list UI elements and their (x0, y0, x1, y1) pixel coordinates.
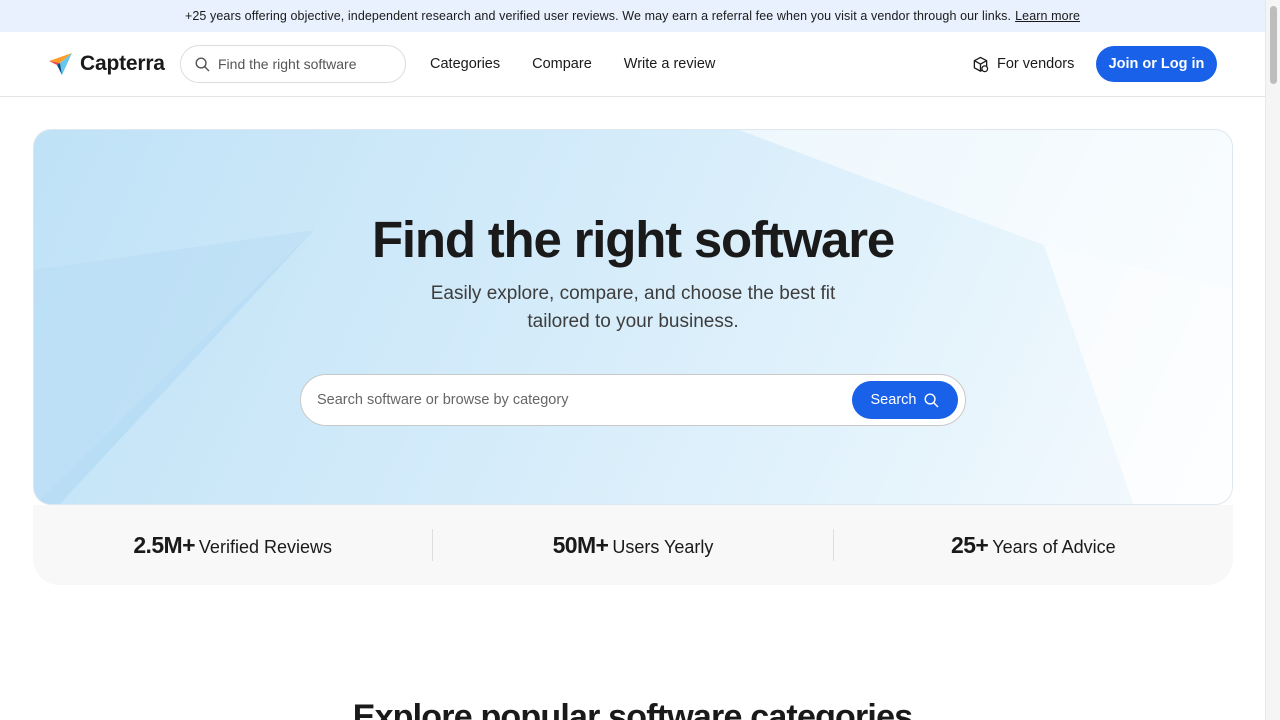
search-icon (924, 393, 939, 407)
header-search-input[interactable] (218, 56, 388, 72)
scrollbar-thumb[interactable] (1270, 6, 1277, 84)
capterra-logo-icon (49, 53, 72, 75)
logo-text: Capterra (80, 52, 165, 75)
stats-bar: 2.5M+ Verified Reviews 50M+ Users Yearly… (33, 505, 1233, 585)
learn-more-link[interactable]: Learn more (1015, 9, 1080, 23)
nav-categories[interactable]: Categories (430, 56, 500, 72)
for-vendors-link[interactable]: For vendors (972, 32, 1074, 96)
page-scrollbar[interactable] (1265, 0, 1280, 720)
site-header: Capterra Categories Compare Write a revi… (0, 32, 1265, 97)
categories-section-title: Explore popular software categories (352, 698, 913, 720)
stat-value: 2.5M+ (133, 531, 195, 558)
join-login-button[interactable]: Join or Log in (1096, 46, 1217, 82)
for-vendors-label: For vendors (997, 56, 1075, 72)
stat-reviews: 2.5M+ Verified Reviews (33, 532, 432, 559)
vendor-box-icon (973, 56, 989, 72)
hero-subtitle-line-2: tailored to your business. (527, 311, 739, 332)
nav-compare[interactable]: Compare (532, 56, 592, 72)
page: +25 years offering objective, independen… (0, 0, 1265, 720)
hero-search-box[interactable]: Search (300, 374, 966, 426)
nav-write-review[interactable]: Write a review (624, 56, 716, 72)
hero-search-button-label: Search (870, 392, 917, 408)
hero-title: Find the right software (371, 211, 895, 268)
search-icon (195, 57, 210, 71)
hero-search-button[interactable]: Search (852, 381, 958, 419)
stat-value: 50M+ (552, 531, 609, 558)
main-nav: Categories Compare Write a review (430, 32, 747, 96)
stat-users: 50M+ Users Yearly (433, 532, 832, 559)
hero-section: Find the right software Easily explore, … (33, 129, 1233, 505)
stat-value: 25+ (951, 531, 989, 558)
stat-years: 25+ Years of Advice (834, 532, 1233, 559)
stat-label: Years of Advice (992, 536, 1116, 557)
stat-label: Verified Reviews (198, 536, 332, 557)
banner-text: +25 years offering objective, independen… (184, 9, 1012, 23)
header-search-box[interactable] (180, 45, 406, 83)
stat-label: Users Yearly (612, 536, 714, 557)
hero-subtitle-line-1: Easily explore, compare, and choose the … (430, 283, 836, 304)
top-banner: +25 years offering objective, independen… (0, 0, 1265, 32)
logo[interactable]: Capterra (48, 51, 165, 77)
hero-subtitle: Easily explore, compare, and choose the … (34, 280, 1232, 336)
